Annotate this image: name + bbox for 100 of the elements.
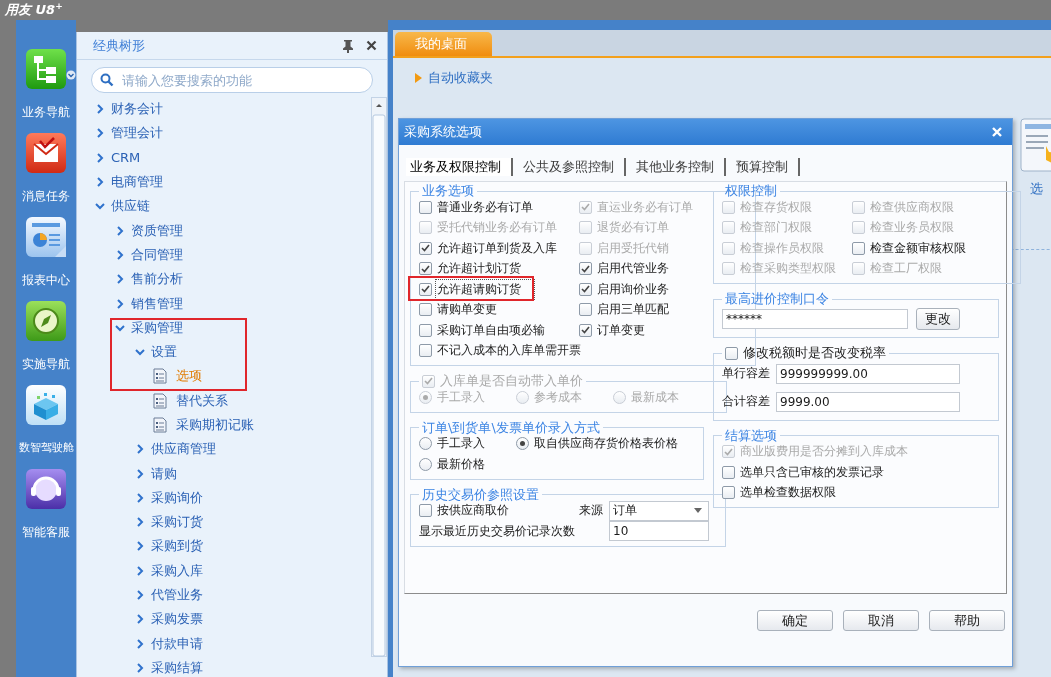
checkbox-label[interactable]: 不记入成本的入库单需开票 — [437, 342, 581, 360]
checkbox[interactable] — [579, 262, 592, 276]
checkbox[interactable] — [852, 241, 865, 255]
tab[interactable]: 公共及参照控制 — [519, 158, 626, 176]
chevron-right-icon[interactable] — [95, 128, 105, 139]
chevron-right-icon[interactable] — [115, 298, 125, 309]
checkbox[interactable] — [419, 504, 432, 518]
tree-item[interactable]: 采购订货 — [151, 513, 203, 532]
chevron-down-icon[interactable] — [95, 201, 105, 212]
favorites-heading[interactable]: 自动收藏夹 — [428, 69, 493, 87]
tab[interactable]: 预算控制 — [732, 158, 800, 176]
tree-item[interactable]: 采购发票 — [151, 610, 203, 629]
tree-item[interactable]: 替代关系 — [176, 391, 228, 410]
radio-button[interactable] — [419, 457, 432, 471]
checkbox[interactable] — [419, 303, 432, 317]
input-field[interactable]: ****** — [722, 309, 908, 329]
tab[interactable]: 其他业务控制 — [632, 158, 726, 176]
checkbox-label[interactable]: 修改税额时是否改变税率 — [743, 344, 886, 362]
input-field[interactable]: 999999999.00 — [776, 363, 960, 384]
radio-button[interactable] — [419, 437, 432, 451]
search-icon[interactable] — [100, 73, 114, 87]
close-icon[interactable] — [366, 40, 377, 51]
checkbox[interactable] — [419, 344, 432, 358]
nav-label[interactable]: 智能客服 — [22, 524, 70, 541]
tree-item[interactable]: 合同管理 — [131, 245, 183, 264]
tree-item[interactable]: 采购结算 — [151, 658, 203, 677]
checkbox-label[interactable]: 允许超请购订货 — [437, 280, 533, 298]
tree-item[interactable]: 售前分析 — [131, 270, 183, 289]
chevron-right-icon[interactable] — [135, 444, 145, 455]
checkbox-label[interactable]: 启用询价业务 — [597, 280, 669, 298]
compass-icon[interactable] — [25, 300, 67, 342]
tree-item[interactable]: 管理会计 — [111, 124, 163, 143]
checkbox-label[interactable]: 选单检查数据权限 — [740, 484, 836, 502]
document-star-icon[interactable] — [1020, 118, 1051, 172]
checkbox[interactable] — [579, 303, 592, 317]
chevron-right-icon[interactable] — [135, 638, 145, 649]
dropdown-icon[interactable] — [66, 70, 76, 80]
tree-item[interactable]: 销售管理 — [131, 294, 183, 313]
checkbox-label[interactable]: 请购单变更 — [437, 301, 497, 319]
chevron-down-icon[interactable] — [115, 322, 125, 333]
checkbox[interactable] — [722, 465, 735, 479]
checkbox[interactable] — [419, 282, 432, 296]
chevron-right-icon[interactable] — [135, 614, 145, 625]
radio-label[interactable]: 取自供应商存货价格表价格 — [534, 435, 678, 453]
checkbox-label[interactable]: 检查金额审核权限 — [870, 239, 966, 257]
tree-item[interactable]: 采购管理 — [131, 318, 183, 337]
checkbox-label[interactable]: 启用代管业务 — [597, 260, 669, 278]
checkbox-label[interactable]: 允许超订单到货及入库 — [437, 239, 557, 257]
radio-label[interactable]: 手工录入 — [437, 435, 485, 453]
nav-label[interactable]: 消息任务 — [22, 188, 70, 205]
tree-item[interactable]: 采购期初记账 — [176, 416, 254, 434]
nav-label[interactable]: 实施导航 — [22, 356, 70, 373]
tab[interactable]: 业务及权限控制 — [406, 158, 513, 176]
dialog-button[interactable]: 确定 — [757, 610, 833, 631]
envelope-icon[interactable] — [25, 132, 67, 174]
headset-icon[interactable] — [25, 468, 67, 510]
tree-item[interactable]: 供应链 — [111, 197, 150, 216]
checkbox[interactable] — [722, 486, 735, 500]
tree-item[interactable]: 采购到货 — [151, 537, 203, 556]
checkbox-label[interactable]: 采购订单自由项必输 — [437, 321, 545, 339]
checkbox[interactable] — [725, 346, 738, 360]
tree-item[interactable]: 设置 — [151, 343, 177, 362]
chevron-right-icon[interactable] — [115, 225, 125, 236]
shortcut-label[interactable]: 选 — [1030, 180, 1043, 198]
chevron-down-icon[interactable] — [135, 347, 145, 358]
chevron-right-icon[interactable] — [135, 468, 145, 479]
dialog-button[interactable]: 帮助 — [929, 610, 1005, 631]
checkbox[interactable] — [419, 262, 432, 276]
chevron-right-icon[interactable] — [115, 249, 125, 260]
tree-item[interactable]: 采购询价 — [151, 488, 203, 507]
checkbox[interactable] — [579, 323, 592, 337]
nav-label[interactable]: 数智驾驶舱 — [18, 440, 74, 455]
checkbox-label[interactable]: 启用三单匹配 — [597, 301, 669, 319]
chevron-right-icon[interactable] — [95, 177, 105, 188]
chevron-right-icon[interactable] — [115, 274, 125, 285]
checkbox-label[interactable]: 允许超计划订货 — [437, 260, 521, 278]
checkbox[interactable] — [419, 241, 432, 255]
tree-item[interactable]: 付款申请 — [151, 634, 203, 653]
chevron-right-icon[interactable] — [135, 517, 145, 528]
checkbox[interactable] — [419, 323, 432, 337]
checkbox-label[interactable]: 选单只含已审核的发票记录 — [740, 463, 884, 481]
nav-label[interactable]: 报表中心 — [22, 272, 70, 289]
chevron-right-icon[interactable] — [135, 541, 145, 552]
input-field[interactable]: 9999.00 — [776, 391, 960, 412]
tree-item[interactable]: 请购 — [151, 464, 177, 483]
change-button[interactable]: 更改 — [916, 308, 960, 330]
radio-button[interactable] — [516, 437, 529, 451]
tree-item[interactable]: CRM — [111, 150, 141, 166]
cube-icon[interactable] — [25, 384, 67, 426]
tree-item[interactable]: 采购入库 — [151, 561, 203, 580]
search-field[interactable]: 请输入您要搜索的功能 — [91, 67, 373, 93]
checkbox[interactable] — [579, 282, 592, 296]
nav-label[interactable]: 业务导航 — [22, 104, 70, 121]
chevron-right-icon[interactable] — [135, 590, 145, 601]
tree-item[interactable]: 财务会计 — [111, 100, 163, 119]
chevron-right-icon[interactable] — [135, 492, 145, 503]
scrollbar[interactable] — [371, 97, 387, 657]
pin-icon[interactable] — [342, 38, 354, 53]
input-field[interactable]: 10 — [609, 521, 709, 542]
tree-item[interactable]: 电商管理 — [111, 173, 163, 192]
